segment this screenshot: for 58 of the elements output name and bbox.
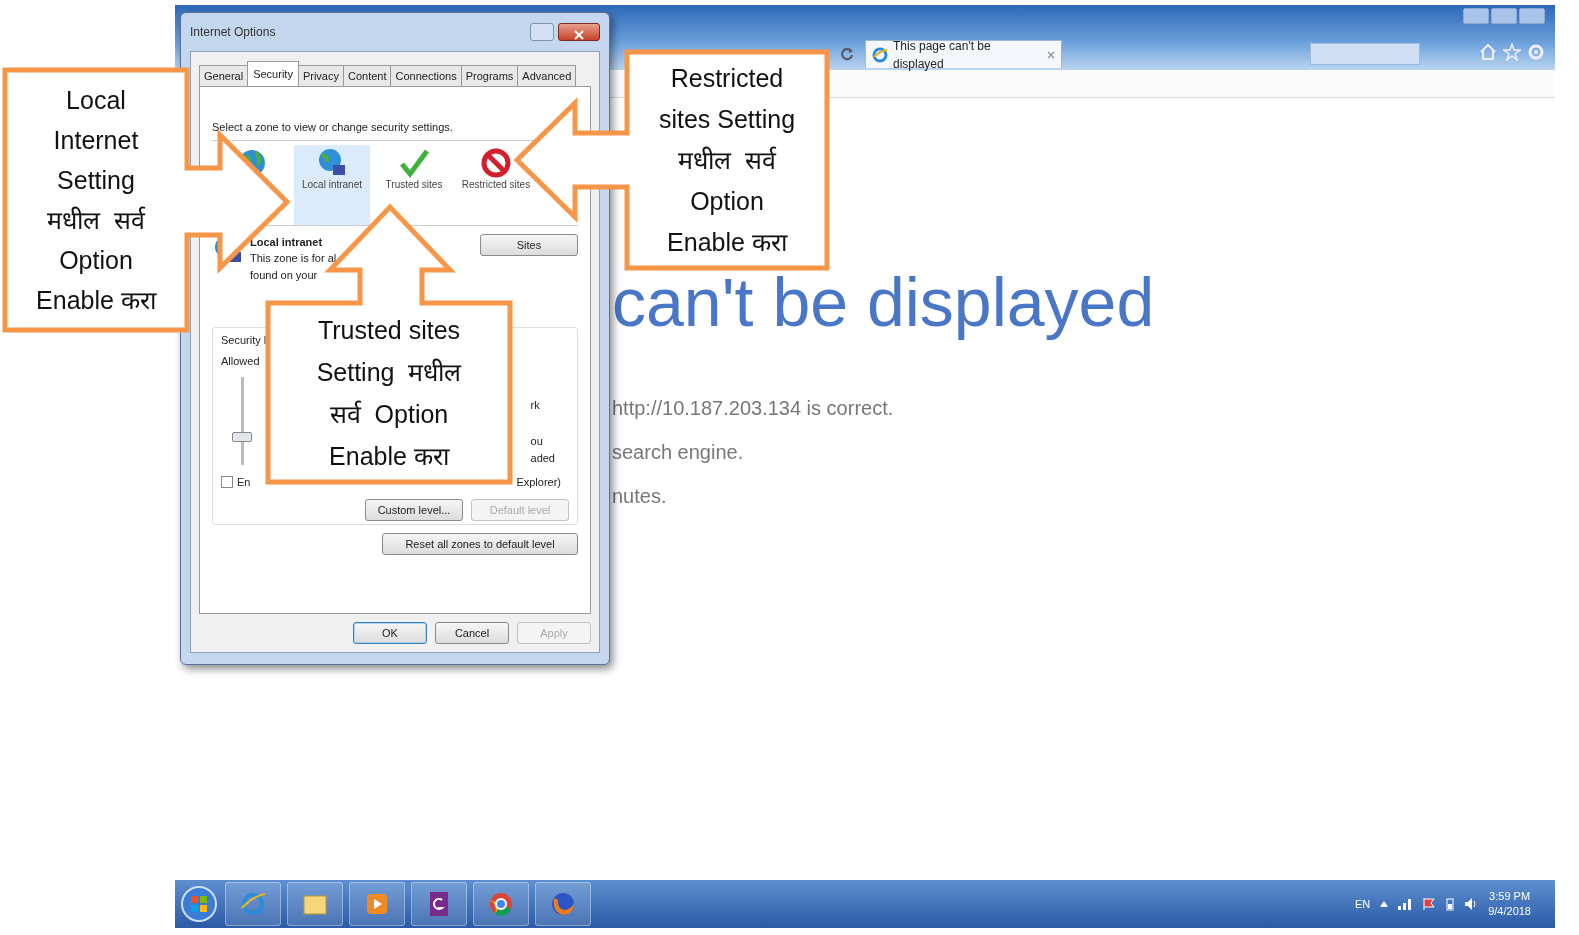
zone-item[interactable]: Restricted sites: [458, 144, 534, 225]
dialog-tab[interactable]: Security: [247, 61, 299, 86]
speaker-icon[interactable]: [1464, 897, 1479, 911]
battery-icon[interactable]: [1446, 897, 1455, 911]
star-icon[interactable]: [1503, 43, 1521, 61]
zone-name: Local intranet: [250, 234, 324, 250]
custom-level-button[interactable]: Custom level...: [365, 498, 463, 521]
zone-prompt: Select a zone to view or change security settings.: [212, 120, 454, 135]
fox-globe-icon[interactable]: [549, 890, 577, 918]
callout-text: Restricted sites Setting मधील सर्व Option Enable करा: [658, 62, 796, 258]
home-icon[interactable]: [1479, 43, 1497, 61]
error-text: http://10.187.203.134 is correct.: [612, 396, 895, 420]
clock-time[interactable]: 3:59 PM: [1488, 889, 1531, 904]
callout-text: Trusted sites Setting मधील सर्व Option Enable करा: [316, 314, 462, 472]
reset-zones-button[interactable]: Reset all zones to default level: [382, 533, 578, 555]
caret-icon[interactable]: [1380, 901, 1389, 907]
signal-bars-icon[interactable]: [1398, 898, 1413, 910]
error-text: nutes.: [612, 484, 668, 508]
dialog-tab[interactable]: Advanced: [517, 65, 577, 86]
dialog-button[interactable]: OK: [353, 622, 427, 644]
circle-logo-icon[interactable]: [487, 890, 515, 918]
error-text: search engine.: [612, 440, 745, 464]
close-icon: [1047, 51, 1055, 60]
zone-description: This zone is for al: [250, 251, 338, 266]
globe-e-icon: [872, 46, 888, 63]
callout-text: Local Internet Setting मधील सर्व Option Enable करा: [36, 85, 156, 316]
sites-button[interactable]: Sites: [480, 233, 578, 256]
description-text: aded: [530, 450, 555, 466]
clock-date[interactable]: 9/4/2018: [1488, 904, 1531, 919]
dialog-tab[interactable]: Privacy: [297, 65, 344, 86]
checkbox-label: Explorer): [516, 475, 561, 490]
flag-icon[interactable]: [1422, 897, 1437, 911]
dialog-tab[interactable]: Connections: [390, 65, 462, 86]
checkbox-label: En: [237, 475, 251, 490]
allowed-label: Allowed: [221, 353, 261, 369]
dialog-tab[interactable]: Programs: [460, 65, 519, 86]
description-text: ou: [530, 434, 544, 449]
letter-e-icon[interactable]: [239, 890, 267, 918]
dialog-button[interactable]: Cancel: [435, 622, 509, 644]
zone-item[interactable]: Local intranet: [294, 144, 370, 225]
checkbox[interactable]: [221, 476, 233, 489]
search-field[interactable]: [1310, 43, 1420, 65]
settings-icon[interactable]: [1527, 43, 1545, 61]
dialog-tab[interactable]: General: [199, 65, 249, 86]
no-sign-icon: [480, 146, 512, 179]
help-button[interactable]: [530, 23, 554, 41]
refresh-icon[interactable]: [840, 47, 854, 61]
close-icon: [574, 29, 584, 40]
dialog-title: Internet Options: [190, 24, 276, 41]
description-text: rk: [530, 397, 541, 413]
close-button[interactable]: [558, 23, 600, 41]
dialog-tab[interactable]: Content: [342, 65, 392, 86]
start-button-icon[interactable]: [179, 884, 219, 924]
zone-item[interactable]: Trusted sites: [376, 144, 452, 225]
slider-thumb[interactable]: [232, 431, 252, 442]
language-indicator[interactable]: EN: [1354, 895, 1371, 913]
zone-description: found on your: [250, 267, 319, 283]
security-level-label: Security l: [221, 333, 268, 348]
